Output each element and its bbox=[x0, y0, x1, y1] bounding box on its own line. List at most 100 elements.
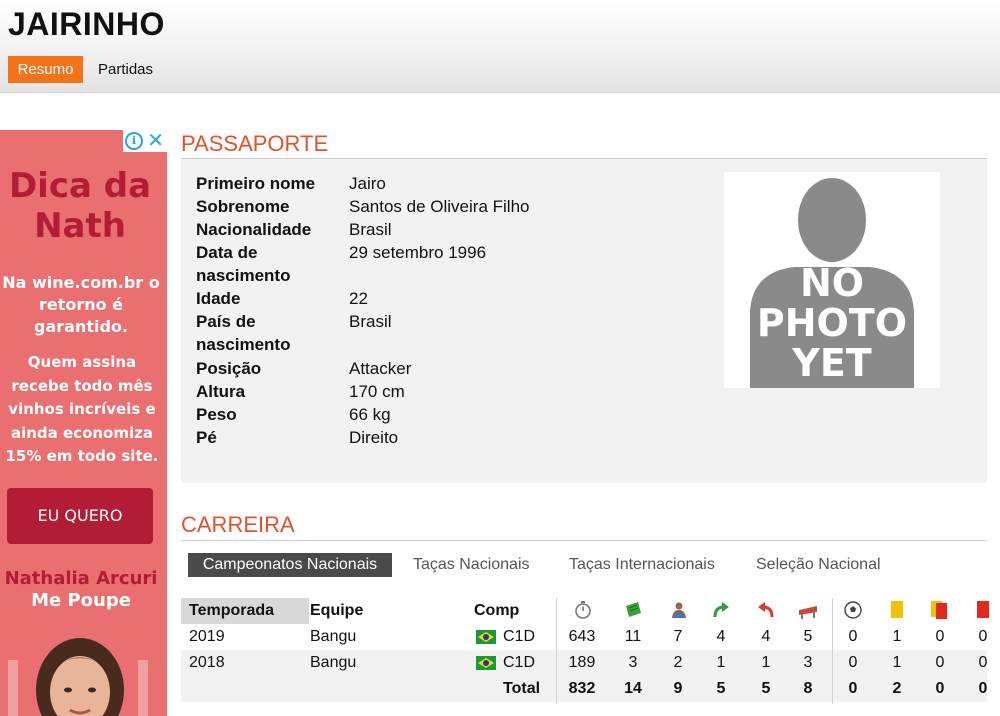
total-sub-out: 5 bbox=[761, 680, 771, 697]
total-appearances: 14 bbox=[624, 680, 642, 697]
cell-minutes: 643 bbox=[568, 628, 596, 645]
total-goals: 0 bbox=[848, 680, 858, 697]
cell-yellow: 1 bbox=[892, 654, 902, 671]
photo-text-1: NO bbox=[800, 261, 864, 305]
cell-sub-out: 1 bbox=[761, 654, 771, 671]
label-position: Posição bbox=[196, 359, 262, 378]
label-foot: Pé bbox=[196, 428, 217, 447]
label-height: Altura bbox=[196, 382, 246, 401]
cell-appearances: 3 bbox=[628, 654, 638, 671]
page-header: JAIRINHO Resumo Partidas bbox=[0, 0, 1000, 93]
player-photo-placeholder: NO PHOTO YET bbox=[724, 172, 940, 388]
cell-sub-in: 1 bbox=[716, 654, 726, 671]
cell-bench: 5 bbox=[803, 628, 813, 645]
brazil-flag-icon bbox=[476, 656, 496, 670]
goals-icon bbox=[844, 601, 862, 619]
col-header-team[interactable]: Equipe bbox=[310, 598, 363, 623]
cell-sub-in: 4 bbox=[716, 628, 726, 645]
cell-appearances: 11 bbox=[624, 628, 642, 645]
cell-yellow-red: 0 bbox=[935, 628, 945, 645]
appearances-icon bbox=[626, 602, 641, 617]
cell-goals: 0 bbox=[848, 654, 858, 671]
label-age: Idade bbox=[196, 289, 241, 308]
cell-minutes: 189 bbox=[568, 654, 596, 671]
bench-icon bbox=[799, 606, 817, 619]
value-weight: 66 kg bbox=[349, 405, 391, 424]
tab-national-leagues[interactable]: Campeonatos Nacionais bbox=[188, 553, 392, 577]
divider bbox=[181, 540, 987, 541]
total-lineups: 9 bbox=[673, 680, 683, 697]
cell-yellow: 1 bbox=[892, 628, 902, 645]
total-sub-in: 5 bbox=[716, 680, 726, 697]
ad-person-image bbox=[8, 638, 148, 716]
yellow-card-icon bbox=[891, 601, 903, 618]
ad-cta-button[interactable]: EU QUERO bbox=[7, 488, 153, 544]
career-title: CARREIRA bbox=[181, 512, 295, 537]
cell-red: 0 bbox=[978, 628, 988, 645]
player-name: JAIRINHO bbox=[8, 6, 165, 42]
cell-lineups: 7 bbox=[673, 628, 683, 645]
ad-choices[interactable]: i ✕ bbox=[123, 130, 167, 152]
cell-season: 2018 bbox=[189, 654, 225, 671]
lineups-icon bbox=[672, 602, 686, 618]
value-birth-date: 29 setembro 1996 bbox=[349, 243, 487, 262]
value-foot: Direito bbox=[349, 428, 399, 447]
tab-partidas[interactable]: Partidas bbox=[93, 56, 158, 83]
total-yellow: 2 bbox=[892, 680, 902, 697]
yellow-red-card-icon bbox=[931, 601, 947, 619]
label-surname: Sobrenome bbox=[196, 197, 290, 216]
cell-red: 0 bbox=[978, 654, 988, 671]
photo-text-2: PHOTO bbox=[757, 301, 907, 345]
total-minutes: 832 bbox=[568, 680, 596, 697]
table-row: 2018 Bangu C1D 189 3 2 1 1 3 0 1 0 0 bbox=[181, 650, 987, 676]
ad-title: Dica da Nath bbox=[8, 166, 152, 246]
photo-text-3: YET bbox=[791, 341, 871, 385]
table-total-row: Total 832 14 9 5 5 8 0 2 0 0 bbox=[181, 676, 987, 702]
cell-comp[interactable]: C1D bbox=[503, 624, 535, 650]
substitute-out-icon bbox=[758, 602, 774, 618]
advertisement[interactable]: i ✕ Dica da Nath Na wine.com.br o retorn… bbox=[0, 130, 167, 716]
brazil-flag-icon bbox=[476, 630, 496, 644]
table-row: 2019 Bangu C1D 643 11 7 4 4 5 0 1 0 0 bbox=[181, 624, 987, 650]
cell-yellow-red: 0 bbox=[935, 654, 945, 671]
total-yellow-red: 0 bbox=[935, 680, 945, 697]
value-nationality: Brasil bbox=[349, 220, 392, 239]
minutes-icon bbox=[575, 601, 591, 619]
label-birth-country: País de nascimento bbox=[196, 312, 291, 354]
col-header-season[interactable]: Temporada bbox=[181, 598, 309, 625]
cell-sub-out: 4 bbox=[761, 628, 771, 645]
label-birth-date: Data de nascimento bbox=[196, 243, 291, 285]
label-first-name: Primeiro nome bbox=[196, 174, 316, 193]
passport-title: PASSAPORTE bbox=[181, 131, 329, 156]
cell-team[interactable]: Bangu bbox=[310, 624, 356, 650]
total-bench: 8 bbox=[803, 680, 813, 697]
value-age: 22 bbox=[349, 289, 368, 308]
ad-text-1: Na wine.com.br o retorno é garantido. bbox=[2, 273, 160, 336]
substitute-in-icon bbox=[713, 602, 729, 618]
cell-comp[interactable]: C1D bbox=[503, 650, 535, 676]
value-first-name: Jairo bbox=[349, 174, 386, 193]
value-position: Attacker bbox=[349, 359, 412, 378]
tab-national-team[interactable]: Seleção Nacional bbox=[756, 553, 881, 577]
tab-national-cups[interactable]: Taças Nacionais bbox=[413, 553, 530, 577]
ad-text-2: Quem assina recebe todo mês vinhos incrí… bbox=[5, 353, 159, 465]
column-divider bbox=[832, 598, 833, 704]
info-icon[interactable]: i bbox=[125, 132, 143, 150]
cell-bench: 3 bbox=[803, 654, 813, 671]
ad-brand: Me Poupe bbox=[31, 590, 131, 611]
column-divider bbox=[556, 598, 557, 704]
cell-goals: 0 bbox=[848, 628, 858, 645]
ad-person-name: Nathalia Arcuri bbox=[4, 568, 158, 589]
cell-team[interactable]: Bangu bbox=[310, 650, 356, 676]
value-birth-country: Brasil bbox=[349, 312, 392, 331]
label-weight: Peso bbox=[196, 405, 237, 424]
label-nationality: Nacionalidade bbox=[196, 220, 312, 239]
col-header-comp[interactable]: Comp bbox=[474, 598, 519, 623]
tab-resumo[interactable]: Resumo bbox=[8, 56, 83, 83]
tab-international-cups[interactable]: Taças Internacionais bbox=[569, 553, 715, 577]
cell-season: 2019 bbox=[189, 628, 225, 645]
total-label: Total bbox=[503, 680, 541, 697]
close-icon[interactable]: ✕ bbox=[147, 130, 164, 151]
value-height: 170 cm bbox=[349, 382, 405, 401]
value-surname: Santos de Oliveira Filho bbox=[349, 197, 530, 216]
